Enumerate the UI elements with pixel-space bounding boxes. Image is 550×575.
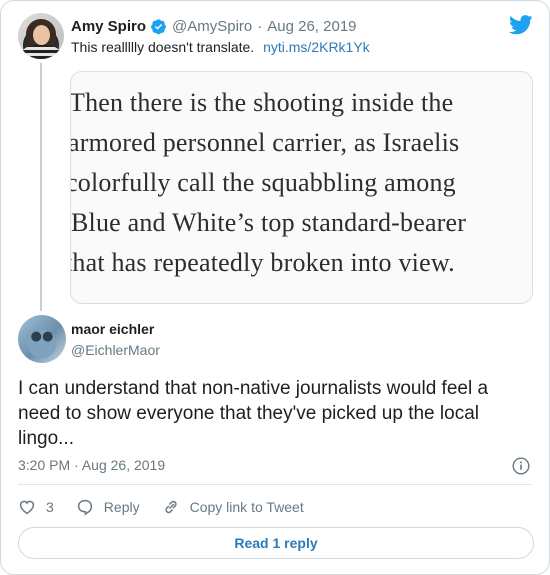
reply-label: Reply — [103, 499, 140, 515]
reply-button[interactable]: Reply — [76, 498, 140, 516]
divider — [18, 484, 532, 485]
attached-image[interactable]: Then there is the shooting inside the ar… — [70, 71, 533, 304]
parent-text: This reallllly doesn't translate. — [71, 39, 255, 55]
avatar-face — [33, 25, 50, 45]
image-text-line-2: armored personnel carrier, as Israelis — [70, 128, 460, 157]
reply-time: 3:20 PM — [18, 457, 71, 473]
avatar-amy-spiro[interactable] — [18, 13, 64, 59]
copy-link-label: Copy link to Tweet — [189, 499, 304, 515]
parent-author-name[interactable]: Amy Spiro — [71, 18, 146, 35]
link-icon — [164, 500, 177, 514]
thread-connector-line — [40, 63, 42, 311]
image-text-line-1: Then there is the shooting inside the — [70, 88, 454, 117]
image-text-line-4: Blue and White’s top standard-bearer — [71, 208, 467, 237]
parent-date[interactable]: Aug 26, 2019 — [267, 18, 356, 35]
heart-icon — [19, 500, 35, 515]
reply-timestamp[interactable]: 3:20 PM · Aug 26, 2019 — [18, 457, 165, 473]
like-button[interactable]: 3 — [18, 498, 54, 516]
parent-author-handle[interactable]: @AmySpiro — [172, 18, 252, 35]
action-bar: 3 Reply Copy link to Tweet — [18, 497, 326, 517]
like-count: 3 — [46, 499, 54, 515]
separator-dot: · — [74, 457, 79, 473]
reply-bubble-icon — [77, 499, 92, 516]
read-replies-button[interactable]: Read 1 reply — [18, 527, 534, 559]
image-text-line-3: colorfully call the squabbling among — [70, 168, 456, 197]
reply-tweet-text: I can understand that non-native journal… — [18, 378, 489, 449]
verified-badge-icon — [150, 18, 167, 35]
reply-author-handle[interactable]: @EichlerMaor — [71, 342, 160, 358]
avatar-shirt — [22, 45, 60, 59]
twitter-bird-icon[interactable] — [509, 15, 533, 35]
reply-author-name[interactable]: maor eichler — [71, 321, 154, 337]
tweet-embed-card: Amy Spiro @AmySpiro · Aug 26, 2019 This … — [0, 0, 550, 575]
info-icon[interactable] — [512, 457, 530, 475]
article-link[interactable]: nyti.ms/2KRk1Yk — [263, 39, 370, 55]
parent-author-row: Amy Spiro @AmySpiro · Aug 26, 2019 — [71, 16, 357, 36]
parent-tweet-text: This reallllly doesn't translate. nyti.m… — [71, 39, 370, 55]
copy-link-button[interactable]: Copy link to Tweet — [162, 498, 304, 516]
avatar-maor-eichler[interactable] — [18, 315, 66, 363]
image-text-line-5: that has repeatedly broken into view. — [70, 248, 455, 277]
reply-date: Aug 26, 2019 — [81, 457, 166, 473]
separator-dot: · — [257, 17, 263, 35]
